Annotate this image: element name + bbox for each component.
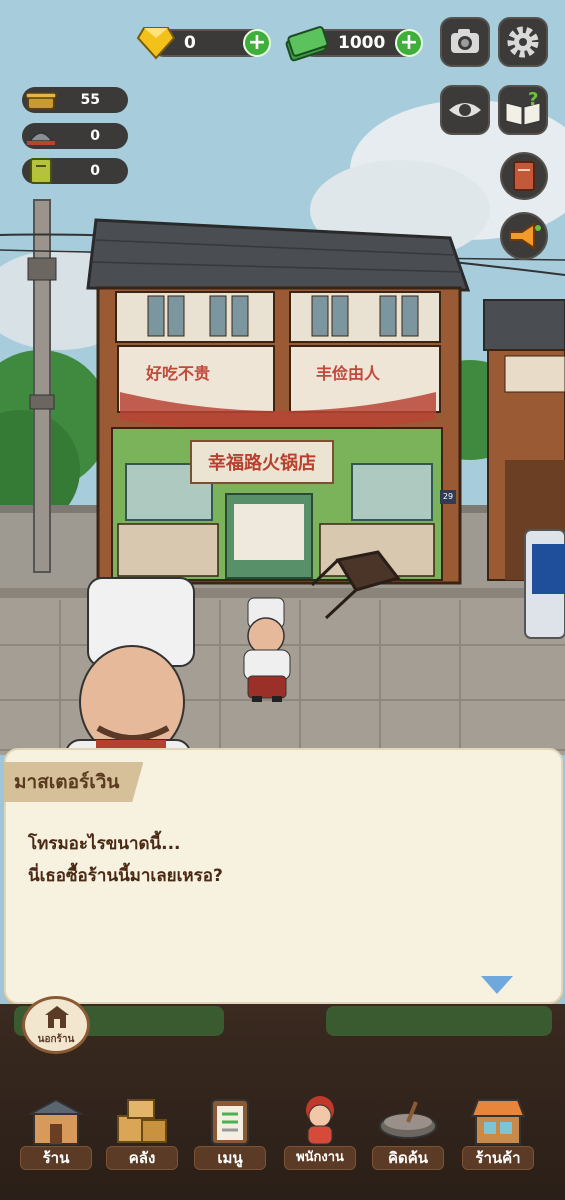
- megaphone-icon: [509, 222, 541, 250]
- nav-store-label: ร้านค้า: [462, 1146, 534, 1170]
- dish-cloche-icon: [27, 132, 55, 145]
- outside-shop-button[interactable]: นอกร้าน: [22, 996, 90, 1054]
- left-slogan: 好吃不贵: [146, 364, 211, 383]
- gem-icon: [136, 27, 176, 60]
- cash-stack-icon: [285, 26, 328, 62]
- add-gems-button[interactable]: +: [243, 29, 271, 57]
- shop-building-icon: [29, 1098, 83, 1145]
- dialog-next-arrow-icon[interactable]: [481, 976, 513, 994]
- nav-staff-label: พนักงาน: [284, 1146, 356, 1170]
- nav-shop-label: ร้าน: [20, 1146, 92, 1170]
- view-toggle-button[interactable]: [440, 85, 490, 135]
- announcement-button[interactable]: [500, 212, 548, 260]
- store-awning-icon: [470, 1099, 526, 1145]
- camera-button[interactable]: [440, 17, 490, 67]
- nav-storage-label: คลัง: [106, 1146, 178, 1170]
- settings-button[interactable]: [498, 17, 548, 67]
- staff-girl-icon: [306, 1096, 334, 1145]
- shop-signboard: 幸福路火锅店: [190, 440, 334, 484]
- nav-staff[interactable]: พนักงาน: [282, 1090, 358, 1174]
- nav-shop[interactable]: ร้าน: [18, 1090, 94, 1174]
- speaker-name-tag: มาสเตอร์เวิน: [4, 762, 144, 802]
- stat-hotpot-value: 55: [80, 92, 100, 108]
- gear-icon: [507, 26, 539, 58]
- small-chef-character: [243, 597, 291, 702]
- dialog-line-1: โทรมอะไรขนาดนี้...: [28, 834, 181, 854]
- door-number-plate: 29: [440, 490, 456, 504]
- nav-storage[interactable]: คลัง: [104, 1090, 180, 1174]
- add-cash-button[interactable]: +: [395, 29, 423, 57]
- help-book-button[interactable]: ?: [498, 85, 548, 135]
- svg-text:?: ?: [528, 89, 538, 110]
- dialog-line-2: นี่เธอซื้อร้านนี้มาเลยเหรอ?: [28, 866, 223, 886]
- nav-store[interactable]: ร้านค้า: [460, 1090, 536, 1174]
- nav-menu-label: เมนู: [194, 1146, 266, 1170]
- stat-recipe-value: 0: [90, 163, 100, 179]
- storage-boxes-icon: [117, 1099, 167, 1143]
- stat-dish-value: 0: [90, 128, 100, 144]
- eye-icon: [449, 103, 481, 117]
- outside-shop-label: นอกร้าน: [37, 1034, 75, 1045]
- notebook-icon: [513, 161, 535, 191]
- camera-icon: [451, 29, 479, 53]
- nav-research-label: คิดค้น: [372, 1146, 444, 1170]
- right-slogan: 丰俭由人: [316, 364, 381, 383]
- hotpot-icon: [25, 92, 57, 110]
- notebook-button[interactable]: [500, 152, 548, 200]
- research-pot-icon: [379, 1101, 437, 1139]
- nav-research[interactable]: คิดค้น: [370, 1090, 446, 1174]
- nav-menu[interactable]: เมนู: [192, 1090, 268, 1174]
- recipe-book-icon: [30, 158, 52, 184]
- shop-front-icon: [45, 1006, 69, 1028]
- dialog-box[interactable]: มาสเตอร์เวิน โทรมอะไรขนาดนี้... นี่เธอซื…: [4, 748, 563, 1004]
- menu-clipboard-icon: [211, 1099, 249, 1145]
- question-book-icon: ?: [505, 89, 541, 126]
